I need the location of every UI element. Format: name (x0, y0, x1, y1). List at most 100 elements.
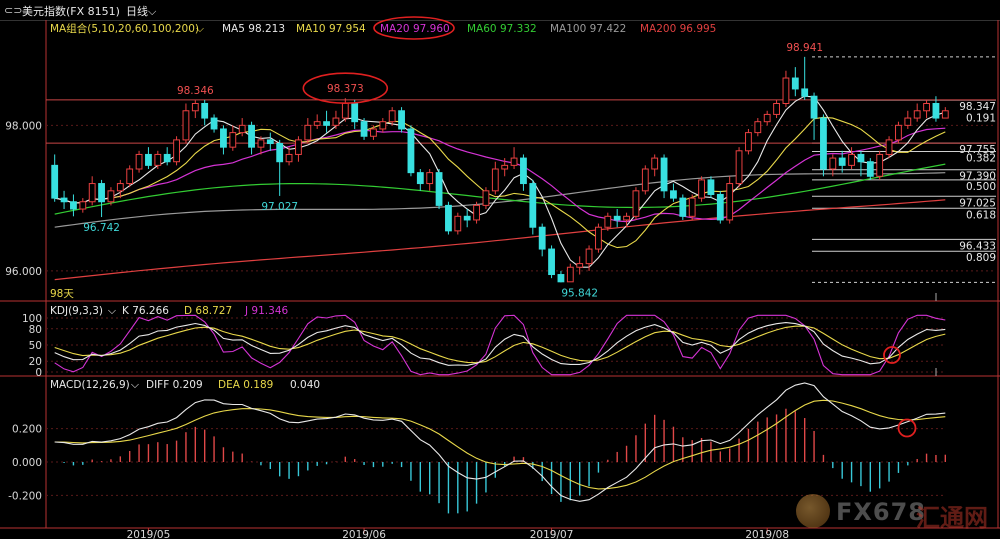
candle-body (126, 168, 134, 185)
candle-body (154, 153, 162, 166)
kdj-d-line (54, 325, 946, 364)
candle-body (595, 226, 602, 250)
candle-body (941, 110, 949, 119)
candle-body (576, 263, 584, 268)
candle-body (670, 190, 677, 199)
fib-level-label: 0.809 (966, 252, 996, 264)
candle-body (370, 128, 377, 137)
candle-body (660, 157, 668, 192)
candle-body (716, 193, 724, 221)
price-annotation: 98.346 (177, 85, 214, 97)
watermark-cn: 汇通网 (916, 504, 988, 532)
candle-body (248, 124, 255, 148)
candle-body (191, 103, 199, 112)
candle-body (810, 95, 818, 119)
price-annotation: 98.373 (327, 83, 364, 95)
ma60-line (54, 163, 946, 215)
date-axis-label: 2019/08 (745, 529, 789, 539)
ma-legend-item: MA200 96.995 (640, 23, 716, 35)
date-axis-label: 2019/06 (342, 529, 386, 539)
kdj-legend-item: KDJ(9,3,3) (50, 305, 103, 317)
candle-body (323, 121, 330, 126)
watermark: FX678 汇通网 (796, 494, 996, 534)
candle-body (238, 124, 246, 134)
candle-body (763, 113, 771, 123)
macd-axis-label: 0.200 (12, 424, 42, 436)
candle-body (295, 139, 302, 155)
candle-body (548, 248, 555, 276)
price-chart[interactable]: 98.00096.00098.3470.19197.7550.38297.390… (0, 0, 1000, 539)
candle-body (829, 157, 837, 170)
candle-body (426, 172, 434, 185)
candle-body (445, 204, 452, 232)
macd-legend-item: 0.040 (290, 379, 320, 391)
candle-body (201, 103, 209, 119)
ma-legend-item: MA5 98.213 (222, 23, 285, 35)
candle-body (163, 153, 171, 163)
candle-body (848, 153, 855, 166)
candle-body (435, 172, 443, 206)
candle-body (876, 153, 884, 177)
candle-body (745, 132, 752, 152)
ma-legend-item: MA10 97.954 (296, 23, 366, 35)
candle-body (801, 88, 809, 97)
date-axis-label: 2019/05 (127, 529, 171, 539)
candle-body (107, 190, 115, 203)
candle-body (707, 179, 715, 195)
candle-body (782, 77, 790, 104)
candle-body (60, 197, 68, 203)
candle-body (304, 124, 312, 141)
candle-body (632, 190, 640, 217)
candle-body (585, 248, 593, 265)
candle-body (463, 215, 471, 221)
candle-body (454, 215, 462, 232)
candle-body (735, 150, 743, 185)
price-annotation: 96.742 (83, 222, 120, 234)
candle-body (220, 128, 227, 148)
candle-body (679, 197, 687, 217)
fib-level-label: 98.347 (959, 101, 996, 113)
candle-body (98, 183, 105, 203)
macd-diff-line (54, 382, 946, 502)
candle-body (379, 121, 387, 130)
price-axis-label: 98.000 (5, 120, 42, 132)
candle-body (351, 103, 359, 123)
fib-level-label: 0.191 (966, 112, 996, 124)
candle-body (613, 215, 621, 221)
candle-body (257, 139, 265, 148)
price-annotation: 98.941 (786, 42, 823, 54)
candle-body (904, 117, 912, 126)
candle-body (726, 183, 734, 221)
candle-body (145, 153, 152, 166)
candle-body (482, 190, 490, 206)
macd-dea-line (54, 399, 946, 490)
ma100-line (54, 172, 946, 228)
days-count-label: 98天 (50, 288, 74, 300)
candle-body (623, 215, 630, 221)
macd-legend-item: DIFF 0.209 (146, 379, 203, 391)
date-axis-label: 2019/07 (530, 529, 574, 539)
candle-body (229, 132, 237, 148)
candle-body (566, 266, 574, 283)
price-axis-label: 96.000 (5, 266, 42, 278)
kdj-axis-label: 0 (35, 367, 42, 379)
macd-legend-item: DEA 0.189 (218, 379, 273, 391)
kdj-legend-chevron-icon: ⌵ (108, 305, 117, 317)
candle-body (604, 215, 612, 228)
candle-body (266, 139, 274, 145)
candle-body (360, 121, 368, 137)
candle-body (529, 183, 537, 228)
fib-level-label: 0.500 (966, 181, 996, 193)
ma200-line (54, 199, 946, 281)
candle-body (210, 117, 218, 130)
candle-body (932, 103, 940, 119)
macd-axis-label: -0.200 (8, 490, 42, 502)
candle-body (70, 201, 77, 210)
candle-body (276, 143, 284, 163)
candle-body (538, 226, 546, 250)
candle-body (51, 164, 59, 199)
candle-body (510, 157, 518, 166)
candle-body (313, 121, 321, 126)
ma20-line (54, 127, 946, 223)
candle-body (820, 117, 827, 170)
